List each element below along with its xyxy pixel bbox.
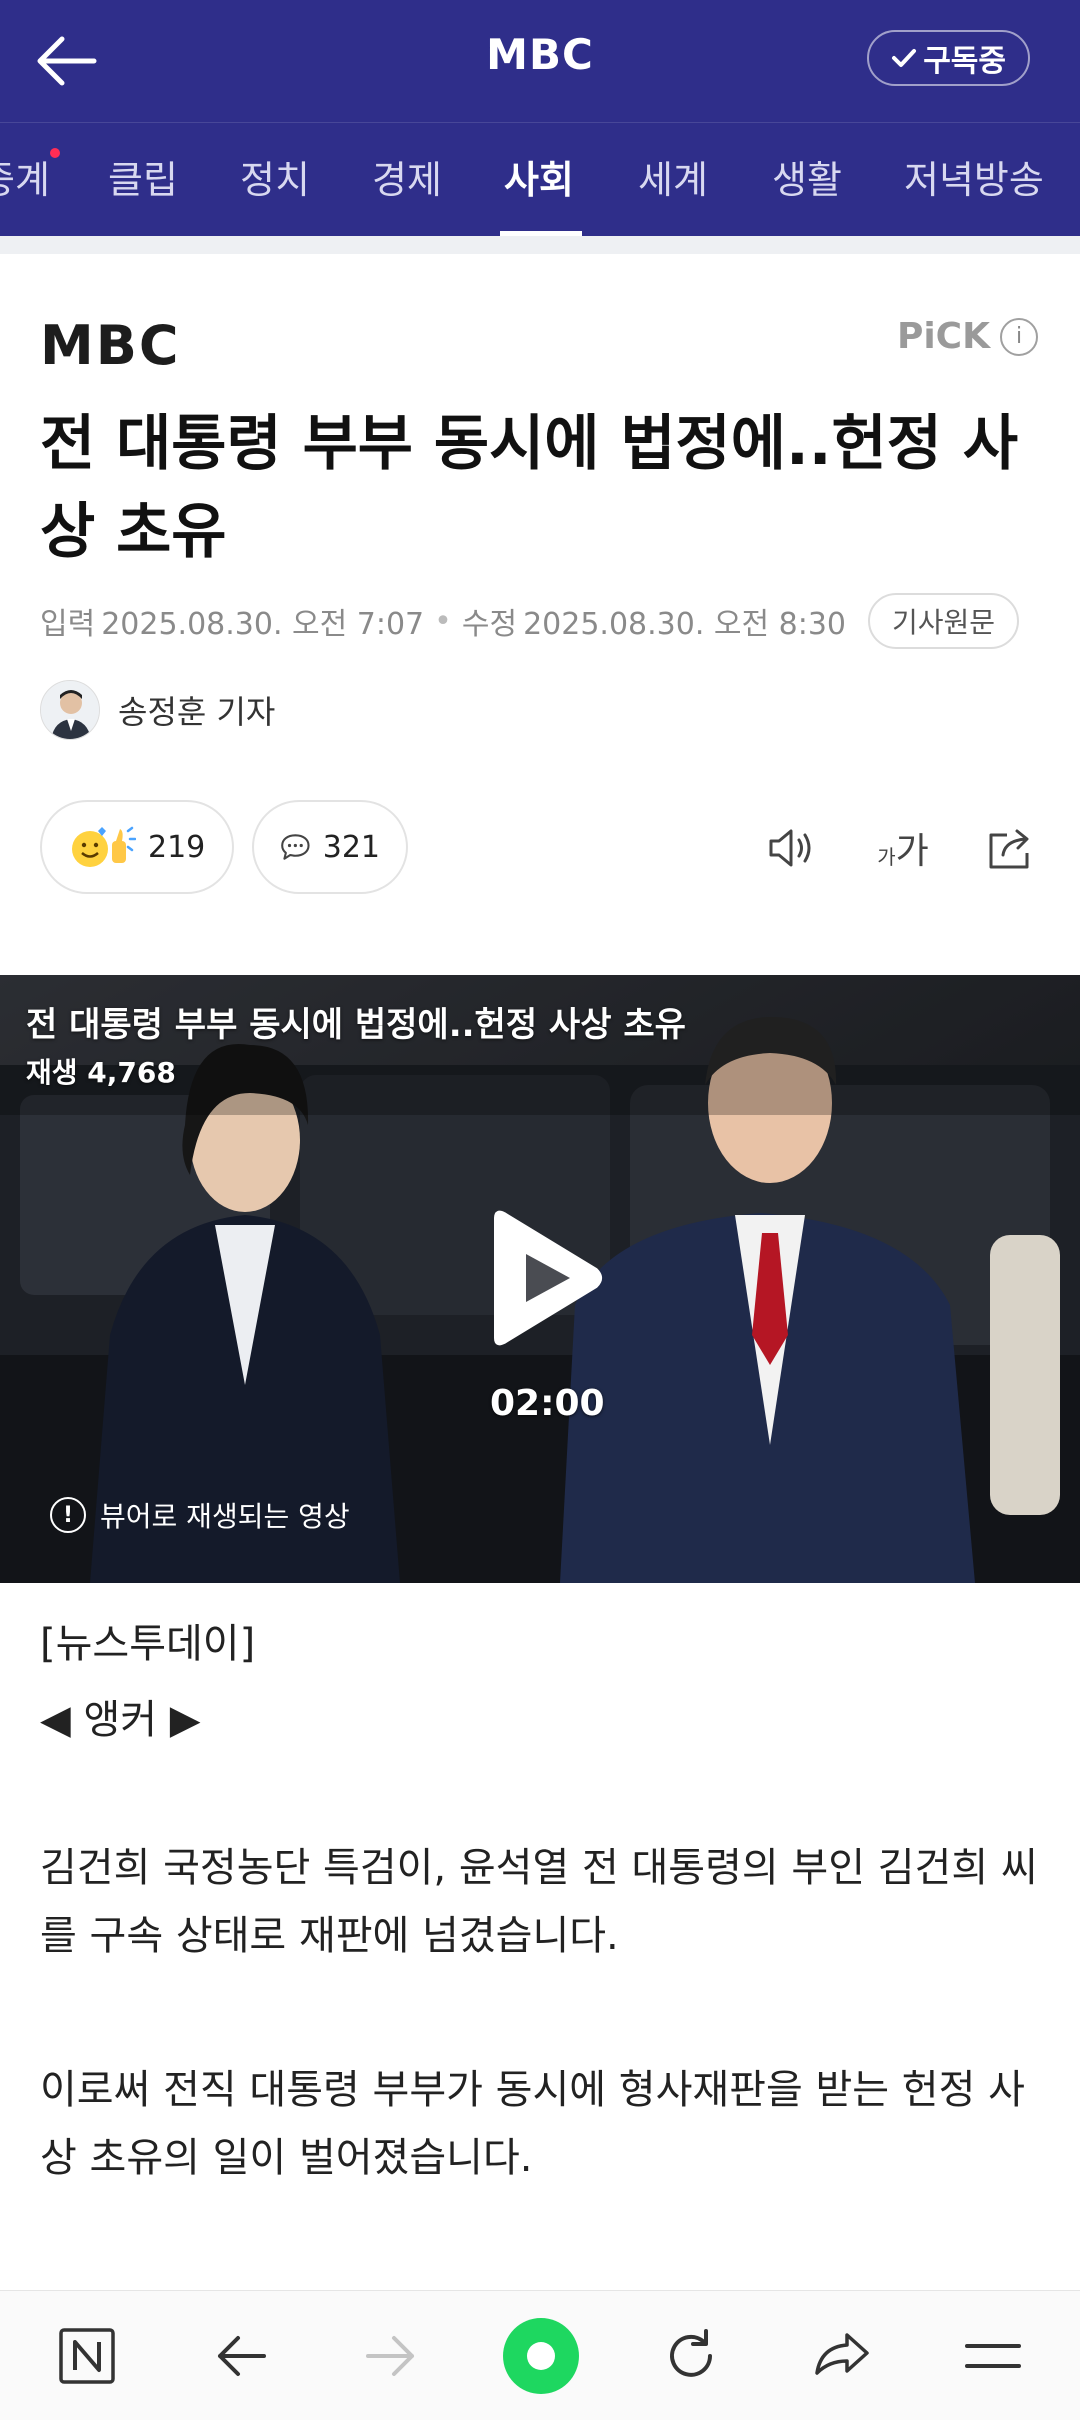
article-meta: 입력 2025.08.30. 오전 7:07 • 수정 2025.08.30. … xyxy=(40,593,1020,649)
reaction-count: 219 xyxy=(148,829,206,865)
tab-society[interactable]: 사회 xyxy=(504,149,574,204)
tab-politics[interactable]: 정치 xyxy=(240,149,310,204)
article-paragraph-2: 이로써 전직 대통령 부부가 동시에 형사재판을 받는 헌정 사상 초유의 일이… xyxy=(40,2067,1025,2181)
section-divider xyxy=(0,236,1080,254)
tab-evening-broadcast[interactable]: 저녁방송 xyxy=(904,149,1044,204)
tab-world[interactable]: 세계 xyxy=(638,149,708,204)
font-size-button[interactable]: 가 가 xyxy=(868,818,938,878)
video-title: 전 대통령 부부 동시에 법정에..헌정 사상 초유 xyxy=(26,1005,686,1045)
share-icon xyxy=(989,829,1029,869)
viewer-notice: ! 뷰어로 재생되는 영상 xyxy=(50,1495,350,1535)
comment-count: 321 xyxy=(322,829,380,865)
video-player[interactable]: 전 대통령 부부 동시에 법정에..헌정 사상 초유 재생 4,768 02:0… xyxy=(0,975,1080,1583)
reporter-info[interactable]: 송정훈 기자 xyxy=(40,680,275,740)
share-button[interactable] xyxy=(980,818,1040,878)
article-paragraph-1: 김건희 국정농단 특검이, 윤석열 전 대통령의 부인 김건희 씨를 구속 상태… xyxy=(40,1845,1038,1959)
new-badge-dot xyxy=(50,148,60,158)
comment-icon xyxy=(281,834,310,860)
refresh-button[interactable] xyxy=(656,2321,726,2391)
green-dot-icon xyxy=(503,2318,579,2394)
speaker-icon xyxy=(769,829,811,867)
green-home-button[interactable] xyxy=(502,2317,580,2395)
reporter-name: 송정훈 기자 xyxy=(118,693,276,731)
subscribe-label: 구독중 xyxy=(923,44,1006,79)
pick-badge[interactable]: PiCK i xyxy=(897,316,1038,357)
naver-n-icon xyxy=(59,2328,115,2384)
category-tabs: 중계 클립 정치 경제 사회 세계 생활 저녁방송 xyxy=(0,122,1080,237)
anchor-label: ◀ 앵커 ▶ xyxy=(40,1697,201,1743)
subscribe-button[interactable]: 구독중 xyxy=(867,30,1030,86)
share-page-button[interactable] xyxy=(806,2321,876,2391)
press-logo[interactable]: MBC xyxy=(40,314,181,377)
top-app-bar: MBC 구독중 xyxy=(0,0,1080,122)
refresh-icon xyxy=(670,2329,712,2377)
font-size-small-label: 가 xyxy=(877,844,896,869)
share-arrow-icon xyxy=(815,2333,869,2375)
article-headline: 전 대통령 부부 동시에 법정에..헌정 사상 초유 xyxy=(40,409,1019,567)
play-icon xyxy=(494,1210,602,1346)
tab-life[interactable]: 생활 xyxy=(772,149,842,204)
play-button[interactable] xyxy=(482,1208,606,1348)
pick-label: PiCK xyxy=(896,316,990,357)
input-time: 2025.08.30. 오전 7:07 xyxy=(101,607,425,642)
video-duration: 02:00 xyxy=(490,1383,605,1424)
comment-button[interactable]: 321 xyxy=(252,800,408,894)
tab-relay[interactable]: 중계 xyxy=(0,149,50,204)
program-name: [뉴스투데이] xyxy=(40,1621,256,1667)
arrow-left-icon xyxy=(218,2336,266,2376)
browser-bottom-bar xyxy=(0,2290,1080,2420)
modified-time: 2025.08.30. 오전 8:30 xyxy=(523,607,847,642)
alert-icon: ! xyxy=(50,1497,86,1533)
tab-clip[interactable]: 클립 xyxy=(108,149,178,204)
hamburger-menu-icon xyxy=(965,2344,1021,2368)
tab-economy[interactable]: 경제 xyxy=(372,149,442,204)
arrow-right-icon xyxy=(366,2336,414,2376)
browser-forward-button[interactable] xyxy=(356,2321,426,2391)
browser-back-button[interactable] xyxy=(206,2321,276,2391)
meta-separator: • xyxy=(434,603,452,639)
font-size-large-label: 가 xyxy=(895,831,929,872)
reaction-button[interactable]: 219 xyxy=(40,800,234,894)
check-icon xyxy=(892,49,917,67)
viewer-notice-text: 뷰어로 재생되는 영상 xyxy=(100,1500,350,1533)
info-icon: i xyxy=(1000,317,1038,356)
tts-button[interactable] xyxy=(762,818,822,878)
reporter-avatar xyxy=(40,680,100,740)
naver-home-button[interactable] xyxy=(52,2321,122,2391)
original-article-button[interactable]: 기사원문 xyxy=(868,593,1020,649)
input-label: 입력 xyxy=(40,607,96,642)
menu-button[interactable] xyxy=(958,2321,1028,2391)
modified-label: 수정 xyxy=(461,607,518,642)
video-view-count: 재생 4,768 xyxy=(26,1056,176,1089)
reaction-emoji-icon xyxy=(72,826,136,867)
